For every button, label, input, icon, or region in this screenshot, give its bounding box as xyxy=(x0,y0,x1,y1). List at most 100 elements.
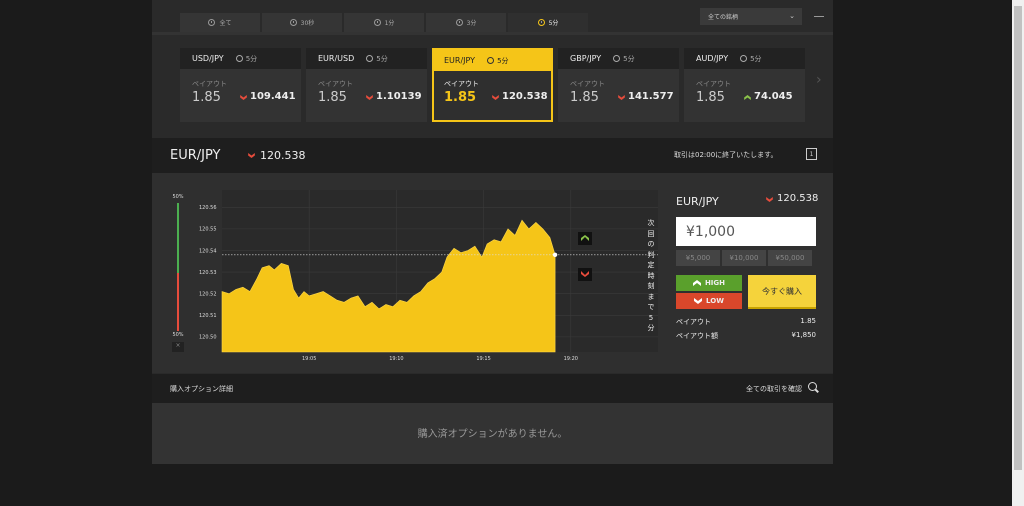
clock-icon xyxy=(455,19,463,26)
pair-rate: 141.577 xyxy=(628,91,674,102)
payout-value: 1.85 xyxy=(192,90,221,105)
y-tick-label: 120.54 xyxy=(199,248,217,254)
clock-icon xyxy=(208,19,216,26)
pair-card-gbpjpy[interactable]: GBP/JPY 5分 ペイアウト 1.85 141.577 xyxy=(558,48,679,122)
section-title: 購入オプション詳細 xyxy=(170,385,233,393)
y-tick-label: 120.52 xyxy=(199,291,217,297)
pair-rate: 109.441 xyxy=(250,91,296,102)
down-arrow-icon xyxy=(618,95,625,100)
trade-pair: EUR/JPY xyxy=(676,195,719,208)
chevron-right-icon[interactable]: › xyxy=(816,72,822,88)
timeframe-tabs: 全て 30秒 1分 3分 5分 xyxy=(180,13,590,32)
payout-label: ペイアウト xyxy=(318,80,353,88)
down-arrow-icon xyxy=(240,95,247,100)
pair-card-eurusd[interactable]: EUR/USD 5分 ペイアウト 1.85 1.10139 xyxy=(306,48,427,122)
payout-label: ペイアウト xyxy=(444,80,479,88)
pair-rate: 74.045 xyxy=(754,91,793,102)
scrollbar[interactable] xyxy=(1012,0,1024,506)
down-arrow-icon xyxy=(248,153,255,158)
high-button[interactable]: HIGH xyxy=(676,275,742,291)
buy-now-button[interactable]: 今すぐ購入 xyxy=(748,275,816,309)
close-notice: 取引は02:00に終了いたします。 xyxy=(674,151,778,159)
timeframe-label: 5分 xyxy=(245,54,258,63)
clock-icon xyxy=(235,55,243,62)
down-arrow-icon xyxy=(366,95,373,100)
tabs-underline xyxy=(152,32,833,35)
clock-icon xyxy=(373,19,381,26)
amount-input[interactable]: ¥1,000 xyxy=(676,217,816,246)
low-share-bar xyxy=(177,273,179,331)
payout-amount-value: ¥1,850 xyxy=(791,331,817,339)
pair-name: USD/JPY xyxy=(192,54,224,63)
pair-header: EUR/JPY 120.538 取引は02:00に終了いたします。 1 xyxy=(152,138,833,173)
high-share-bar xyxy=(177,203,179,273)
tab-1m[interactable]: 1分 xyxy=(344,13,424,32)
pair-card-eurjpy[interactable]: EUR/JPY 5分 ペイアウト 1.85 120.538 xyxy=(432,48,553,122)
search-icon[interactable] xyxy=(808,382,817,391)
clock-icon xyxy=(487,57,495,64)
high-marker xyxy=(578,232,592,245)
amount-presets: ¥5,000 ¥10,000 ¥50,000 xyxy=(676,250,812,266)
current-rate-marker xyxy=(552,252,558,257)
payout-amount-label: ペイアウト額 xyxy=(676,332,718,340)
x-tick-label: 19:05 xyxy=(302,356,316,362)
x-axis: 19:05 19:10 19:15 19:20 xyxy=(302,356,578,362)
clock-icon xyxy=(289,19,297,26)
x-tick-label: 19:10 xyxy=(389,356,403,362)
purchased-options-header: 購入オプション詳細 全ての取引を確認 xyxy=(152,374,833,403)
timeframe-label: 5分 xyxy=(376,54,388,63)
y-tick-label: 120.56 xyxy=(199,205,217,211)
payout-amount-row: ペイアウト額 ¥1,850 xyxy=(676,331,816,341)
tab-5m[interactable]: 5分 xyxy=(508,13,588,32)
low-marker xyxy=(578,268,592,281)
pair-cards: USD/JPY 5分 ペイアウト 1.85 109.441 EUR/USD 5分 ペ… xyxy=(180,48,810,122)
x-tick-label: 19:15 xyxy=(476,356,490,362)
preset-10000-button[interactable]: ¥10,000 xyxy=(722,250,766,266)
low-share-label: 50% xyxy=(172,332,184,338)
pair-rate: 120.538 xyxy=(260,149,306,162)
price-chart: 120.56 120.55 120.54 120.53 120.52 120.51 120.… xyxy=(199,190,658,362)
trading-app: 全て 30秒 1分 3分 5分 全ての銘柄 ⌄ USD/JPY 5分 ペイアウト … xyxy=(0,0,1024,506)
y-tick-label: 120.51 xyxy=(199,313,217,319)
y-axis: 120.56 120.55 120.54 120.53 120.52 120.51 120.… xyxy=(199,205,217,341)
close-icon[interactable]: × xyxy=(172,342,184,352)
symbol-select[interactable]: 全ての銘柄 ⌄ xyxy=(700,8,802,25)
clock-icon xyxy=(613,55,621,62)
view-all-trades-link[interactable]: 全ての取引を確認 xyxy=(746,384,802,394)
down-arrow-icon xyxy=(694,298,703,304)
high-share-label: 50% xyxy=(172,194,184,200)
trade-rate: 120.538 xyxy=(777,193,819,204)
payout-label: ペイアウト xyxy=(696,80,731,88)
pair-rate: 120.538 xyxy=(502,91,548,102)
down-arrow-icon xyxy=(766,197,773,202)
calendar-icon[interactable]: 1 xyxy=(806,148,817,160)
payout-value: 1.85 xyxy=(318,90,347,105)
minimize-icon[interactable] xyxy=(814,16,824,17)
y-tick-label: 120.55 xyxy=(199,227,217,233)
preset-50000-button[interactable]: ¥50,000 xyxy=(768,250,812,266)
timeframe-label: 5分 xyxy=(750,54,762,63)
pair-name: EUR/JPY xyxy=(444,56,476,65)
down-arrow-icon xyxy=(492,95,499,100)
timeframe-label: 5分 xyxy=(623,54,635,63)
pair-rate: 1.10139 xyxy=(376,91,422,102)
preset-5000-button[interactable]: ¥5,000 xyxy=(676,250,720,266)
payout-row: ペイアウト 1.85 xyxy=(676,317,816,327)
pair-name: GBP/JPY xyxy=(570,54,602,63)
tab-3m[interactable]: 3分 xyxy=(426,13,506,32)
tab-30s[interactable]: 30秒 xyxy=(262,13,342,32)
scrollbar-thumb[interactable] xyxy=(1014,6,1022,470)
y-tick-label: 120.50 xyxy=(199,335,217,341)
pair-card-audjpy[interactable]: AUD/JPY 5分 ペイアウト 1.85 74.045 xyxy=(684,48,805,122)
pair-name: AUD/JPY xyxy=(696,54,729,63)
sentiment-gauge: 50% 50% × xyxy=(170,191,186,356)
pair-title: EUR/JPY xyxy=(170,148,221,163)
pair-card-usdjpy[interactable]: USD/JPY 5分 ペイアウト 1.85 109.441 xyxy=(180,48,301,122)
tab-all[interactable]: 全て xyxy=(180,13,260,32)
pair-name: EUR/USD xyxy=(318,54,355,63)
payout-label: ペイアウト xyxy=(192,80,227,88)
clock-icon xyxy=(366,55,374,62)
payout-label: ペイアウト xyxy=(570,80,605,88)
timeframe-label: 5分 xyxy=(497,56,509,65)
low-button[interactable]: LOW xyxy=(676,293,742,309)
